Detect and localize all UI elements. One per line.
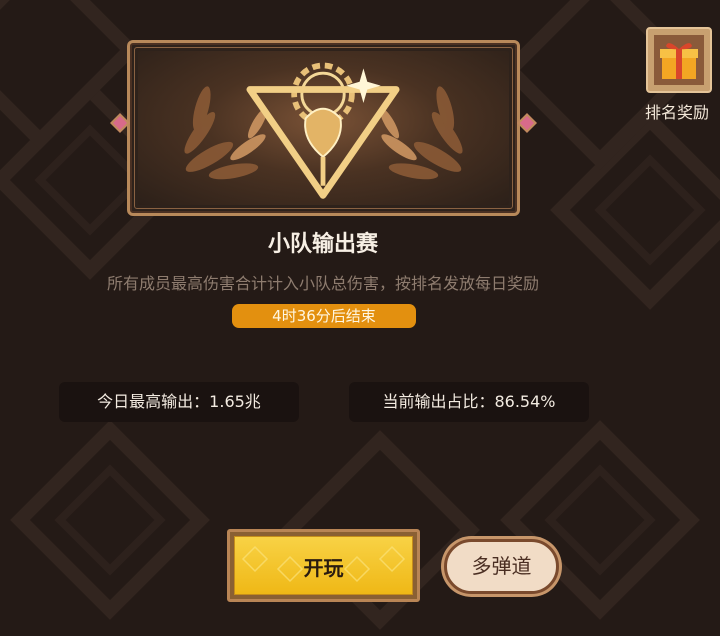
gift-box-icon (654, 35, 704, 85)
multi-lane-button[interactable]: 多弹道 (444, 539, 559, 594)
play-button-label: 开玩 (303, 556, 344, 580)
today-best-output: 今日最高输出：1.65兆 (59, 382, 299, 422)
play-button-face: 开玩 (234, 536, 413, 595)
event-description: 所有成员最高伤害合计计入小队总伤害，按排名发放每日奖励 (106, 274, 539, 293)
ranking-reward-button[interactable] (646, 27, 712, 93)
play-button[interactable]: 开玩 (227, 529, 420, 602)
banner-artwork (138, 51, 509, 205)
countdown-timer-badge: 4时36分后结束 (232, 304, 416, 328)
squad-emblem-icon (184, 62, 463, 199)
multi-lane-button-label: 多弹道 (471, 554, 532, 578)
ranking-reward-label[interactable]: 排名奖励 (632, 99, 720, 123)
current-output-share: 当前输出占比：86.54% (349, 382, 589, 422)
event-title: 小队输出赛 (267, 232, 378, 257)
event-banner (127, 40, 520, 216)
